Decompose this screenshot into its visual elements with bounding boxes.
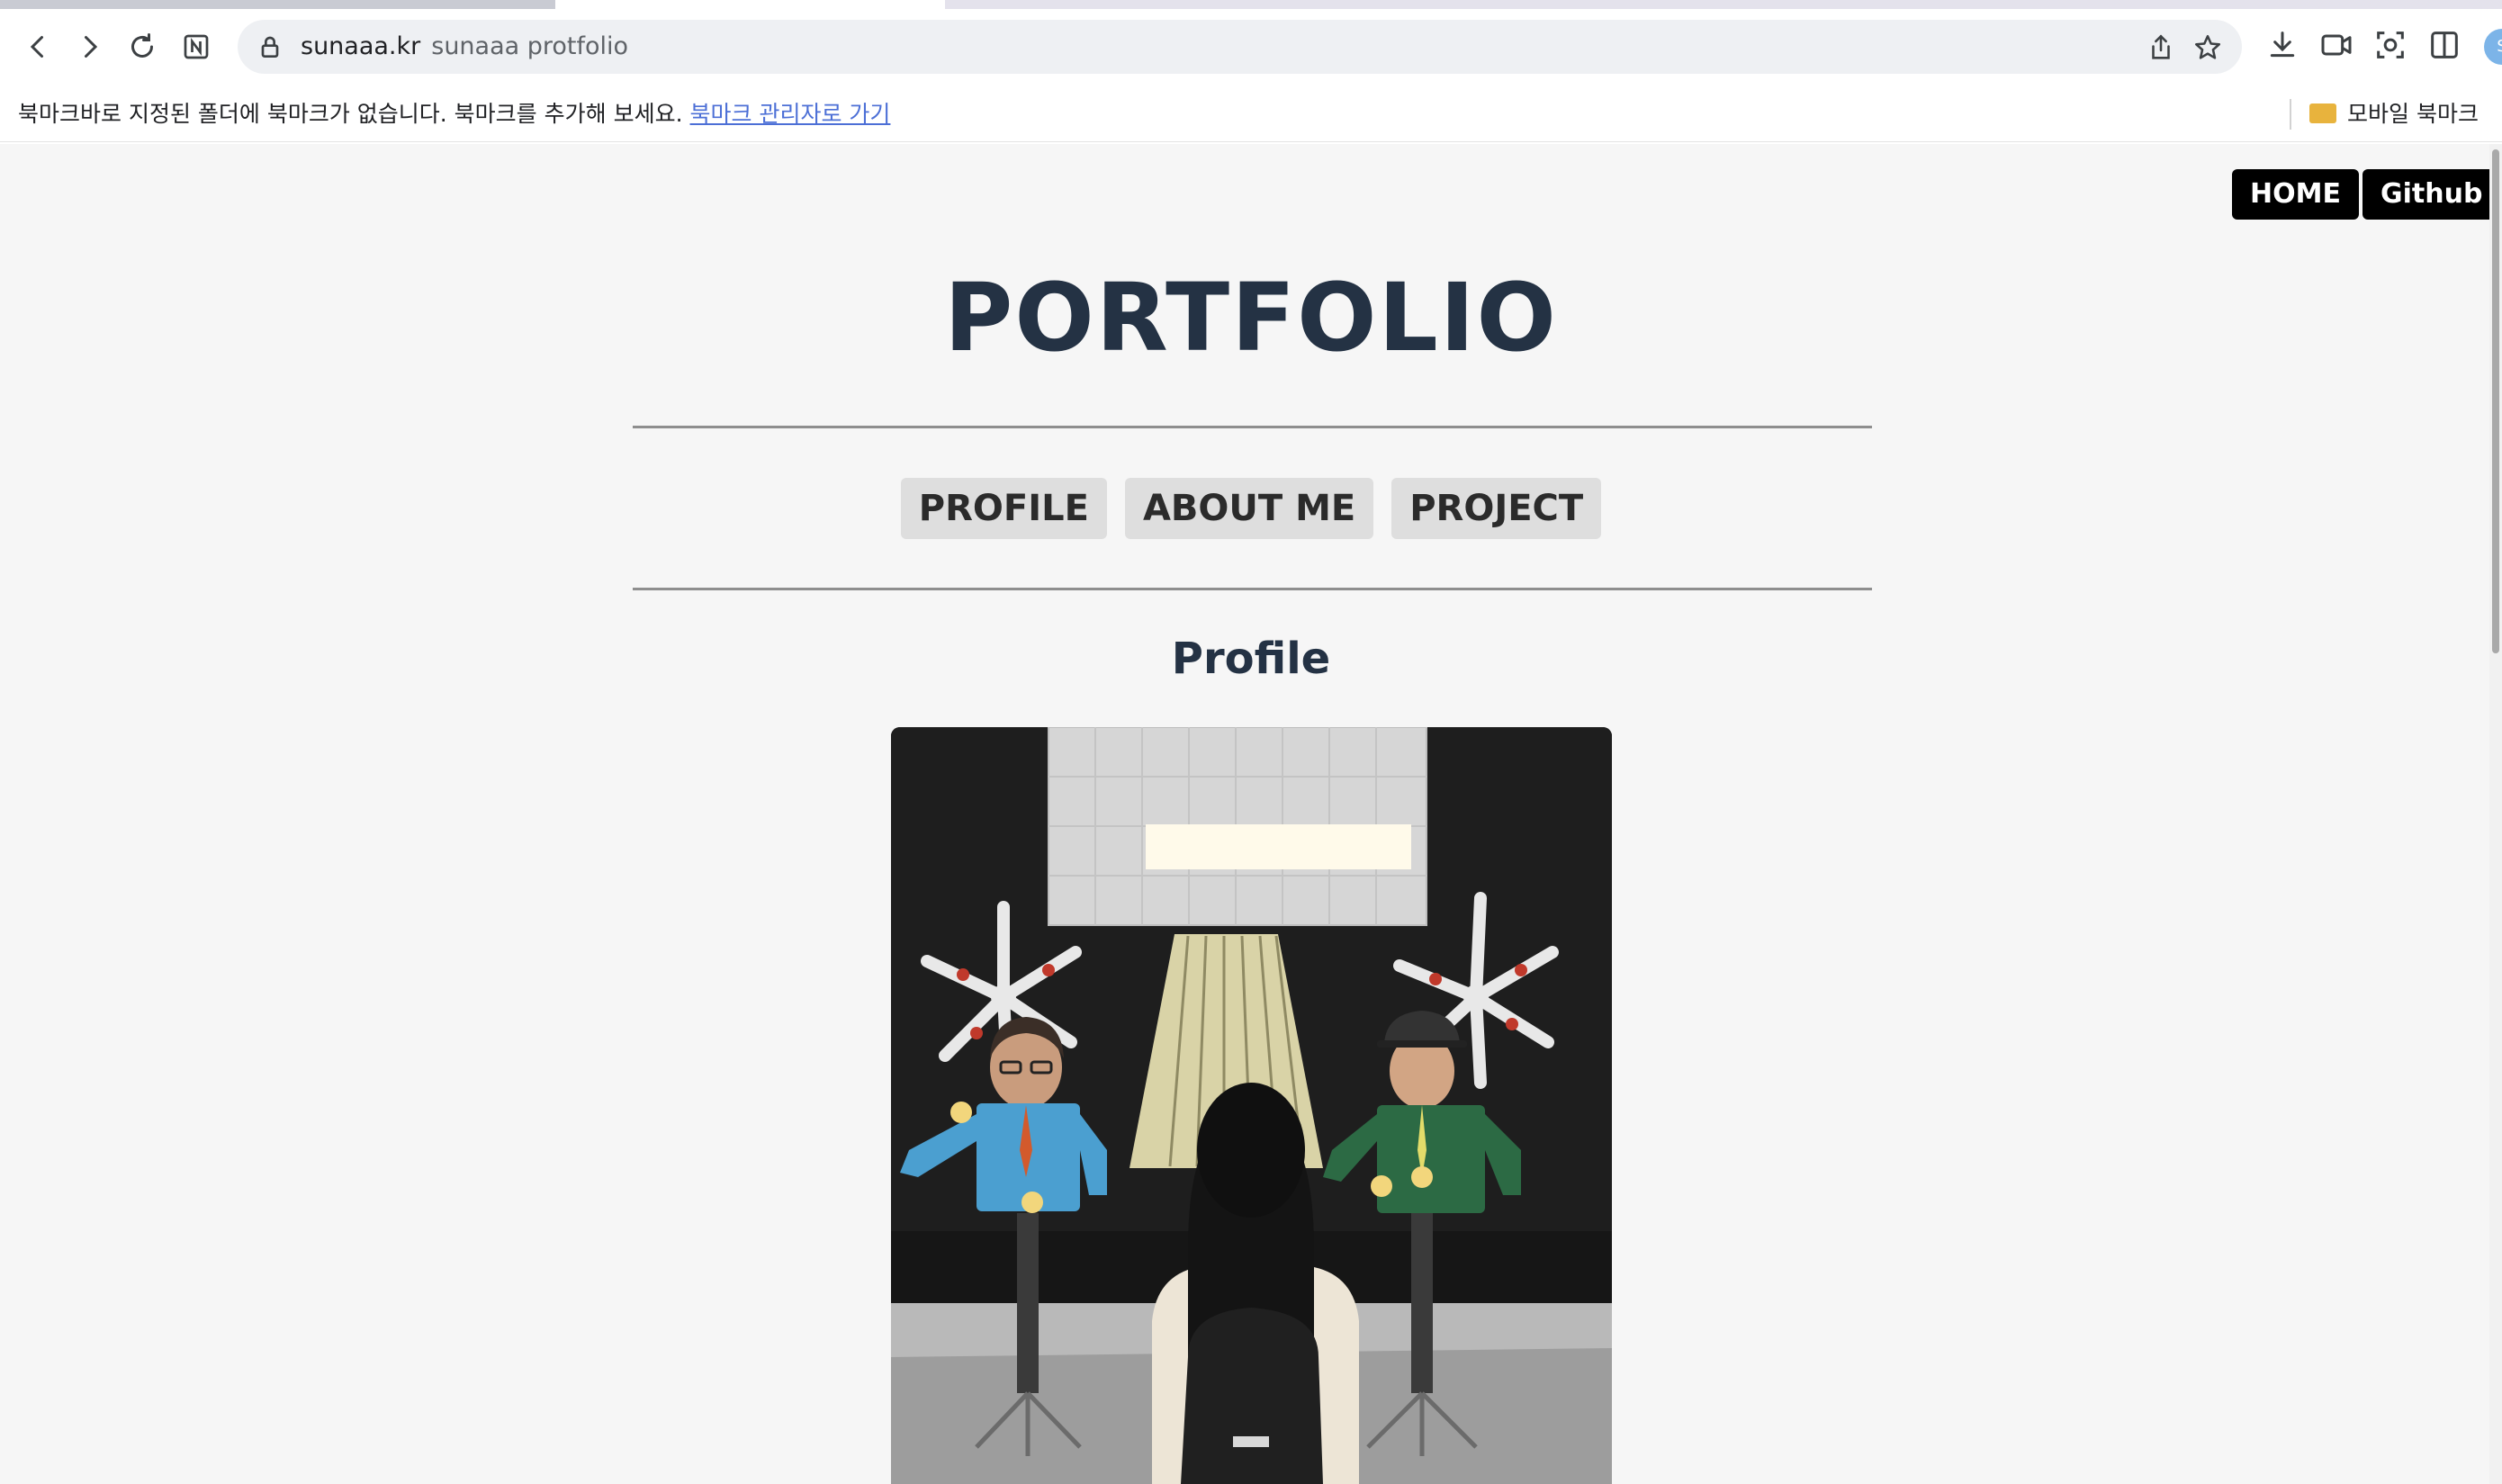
page-content: HOME Github PORTFOLIO PROFILE ABOUT ME PRO… <box>0 144 2502 1484</box>
bookmark-manager-link[interactable]: 북마크 관리자로 가기 <box>690 101 891 127</box>
tab-strip <box>0 0 2502 9</box>
share-icon[interactable] <box>2146 32 2176 63</box>
divider-top <box>633 426 1872 428</box>
profile-photo <box>891 727 1612 1484</box>
github-button[interactable]: Github <box>2362 169 2501 220</box>
video-icon[interactable] <box>2318 27 2354 63</box>
url-page-title: sunaaa protfolio <box>431 32 629 60</box>
download-icon[interactable] <box>2264 27 2300 63</box>
section-heading: Profile <box>1171 634 1331 684</box>
divider-bottom <box>633 588 1872 590</box>
photo-of-person-at-robot-exhibit-icon <box>891 727 1612 1484</box>
tab-strip-background <box>945 0 2502 9</box>
profile-avatar[interactable]: S <box>2484 29 2502 65</box>
notion-icon <box>184 34 209 59</box>
side-panel-icon[interactable] <box>2426 27 2462 63</box>
mobile-bookmarks-folder[interactable]: 모바일 북마크 <box>2309 86 2479 142</box>
bookmarks-bar: 북마크바로 지정된 폴더에 북마크가 없습니다. 북마크를 추가해 보세요. 북마… <box>0 86 2502 142</box>
bookmarks-empty-message: 북마크바로 지정된 폴더에 북마크가 없습니다. 북마크를 추가해 보세요. 북마… <box>18 86 890 142</box>
browser-chrome: sunaaa.kr sunaaa protfolio S 북마크바로 지정된 폴더… <box>0 0 2502 144</box>
bookmark-star-icon[interactable] <box>2192 32 2223 63</box>
address-text[interactable]: sunaaa.kr sunaaa protfolio <box>301 20 628 74</box>
back-button[interactable] <box>13 22 63 72</box>
page-scrollbar[interactable] <box>2489 144 2502 1484</box>
back-arrow-icon <box>30 36 43 58</box>
page-title: PORTFOLIO <box>944 263 1558 373</box>
url-host: sunaaa.kr <box>301 32 421 60</box>
home-button[interactable]: HOME <box>2232 169 2359 220</box>
reload-icon <box>131 33 153 58</box>
reload-button[interactable] <box>117 22 167 72</box>
bookmarks-separator <box>2290 99 2291 130</box>
site-info-icon[interactable] <box>256 32 284 61</box>
menu-profile-button[interactable]: PROFILE <box>900 478 1107 539</box>
address-bar[interactable]: sunaaa.kr sunaaa protfolio <box>238 20 2242 74</box>
forward-button[interactable] <box>65 22 115 72</box>
menu-project-button[interactable]: PROJECT <box>1391 478 1602 539</box>
screenshot-icon[interactable] <box>2372 27 2408 63</box>
tab-active[interactable] <box>555 0 945 9</box>
mobile-bookmarks-label: 모바일 북마크 <box>2347 101 2479 127</box>
notion-extension-button[interactable] <box>171 22 221 72</box>
forward-arrow-icon <box>85 36 98 58</box>
scrollbar-thumb[interactable] <box>2492 149 2499 653</box>
section-menu: PROFILE ABOUT ME PROJECT <box>0 478 2502 539</box>
bookmarks-empty-text: 북마크바로 지정된 폴더에 북마크가 없습니다. 북마크를 추가해 보세요. <box>18 101 683 127</box>
tab-inactive[interactable] <box>0 0 555 9</box>
folder-icon <box>2309 103 2336 123</box>
menu-about-me-button[interactable]: ABOUT ME <box>1124 478 1374 539</box>
